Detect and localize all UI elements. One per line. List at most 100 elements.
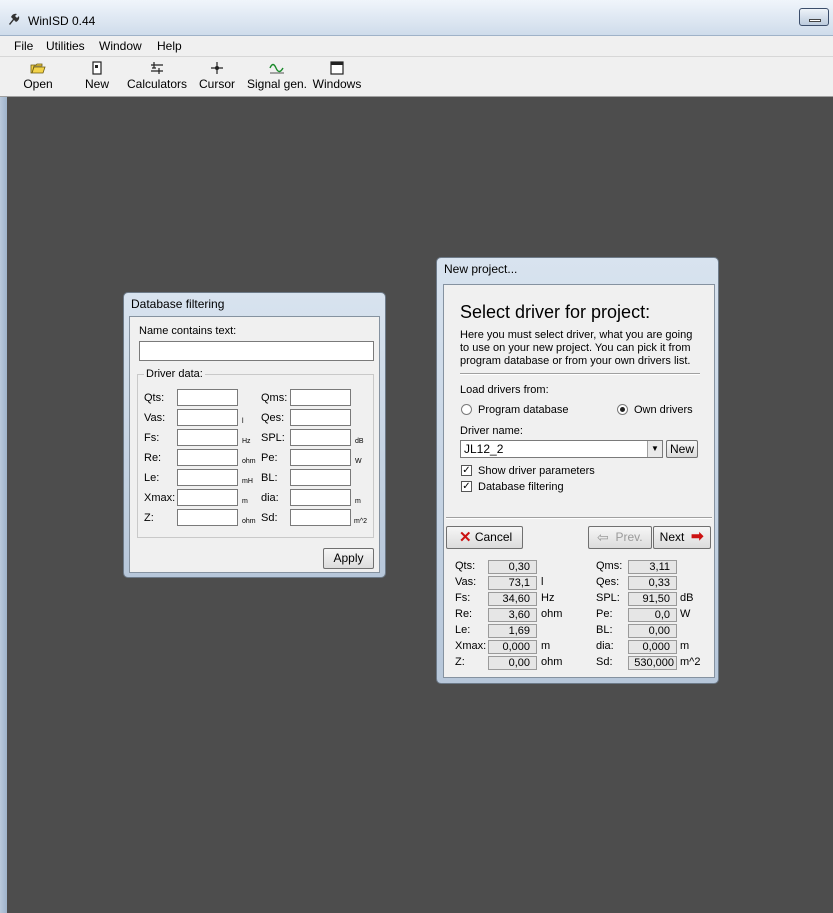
db-filter-checkbox[interactable]: ✓: [461, 481, 472, 492]
qes-value: 0,33: [628, 576, 677, 590]
database-filtering-body: Name contains text: Driver data: Qts: Va…: [129, 316, 380, 573]
filter-qms-input[interactable]: [290, 389, 351, 406]
own-drivers-radio[interactable]: [617, 404, 628, 415]
window-title: WinISD 0.44: [28, 14, 96, 28]
filter-bl-label: BL:: [261, 472, 278, 484]
name-contains-input[interactable]: [139, 341, 374, 361]
filter-fs-label: Fs:: [144, 432, 160, 444]
apply-button[interactable]: Apply: [323, 548, 374, 569]
menu-window[interactable]: Window: [99, 39, 142, 53]
program-database-radio[interactable]: [461, 404, 472, 415]
description-line-2: to use on your new project. You can pick…: [460, 342, 691, 354]
filter-spl-label: SPL:: [261, 432, 285, 444]
z-unit: ohm: [541, 656, 563, 668]
load-drivers-label: Load drivers from:: [460, 384, 549, 396]
new-project-window[interactable]: New project... Select driver for project…: [436, 257, 719, 684]
xmax-unit: m: [541, 640, 551, 652]
filter-spl-input[interactable]: [290, 429, 351, 446]
filter-z-input[interactable]: [177, 509, 238, 526]
arrow-left-icon: ⇦: [597, 529, 609, 545]
filter-fs-input[interactable]: [177, 429, 238, 446]
filter-pe-input[interactable]: [290, 449, 351, 466]
open-button[interactable]: Open: [7, 59, 69, 95]
re-unit: ohm: [541, 608, 563, 620]
filter-dia-input[interactable]: [290, 489, 351, 506]
window-icon: [330, 61, 344, 75]
folder-icon: [30, 63, 46, 74]
arrow-right-icon: ➡: [691, 528, 704, 545]
calculators-button[interactable]: Calculators: [126, 59, 188, 95]
menu-bar: File Utilities Window Help: [0, 36, 833, 57]
prev-button[interactable]: ⇦ Prev.: [588, 526, 652, 549]
dia-unit: m: [680, 640, 690, 652]
title-bar[interactable]: WinISD 0.44: [0, 0, 833, 36]
le-value: 1,69: [488, 624, 537, 638]
new-document-icon: [92, 61, 102, 75]
qts-value: 0,30: [488, 560, 537, 574]
sd-value: 530,000: [628, 656, 677, 670]
new-driver-button[interactable]: New: [666, 440, 698, 458]
sd-unit: m^2: [680, 656, 701, 668]
new-project-body: Select driver for project: Here you must…: [443, 284, 715, 678]
pe-label: Pe:: [596, 608, 613, 620]
cancel-button[interactable]: ✕ Cancel: [446, 526, 523, 549]
driver-name-select[interactable]: JL12_2: [460, 440, 663, 458]
le-label: Le:: [455, 624, 471, 636]
filter-qes-label: Qes:: [261, 412, 285, 424]
show-params-checkbox[interactable]: ✓: [461, 465, 472, 476]
filter-dia-label: dia:: [261, 492, 279, 504]
z-value: 0,00: [488, 656, 537, 670]
chevron-down-icon[interactable]: ▼: [647, 441, 662, 457]
dia-label: dia:: [596, 640, 614, 652]
new-button[interactable]: New: [66, 59, 128, 95]
filter-vas-unit: l: [242, 418, 244, 425]
next-label: Next: [659, 530, 685, 544]
filter-spl-unit: dB: [355, 438, 364, 445]
own-drivers-label: Own drivers: [634, 404, 693, 416]
qms-value: 3,11: [628, 560, 677, 574]
filter-qes-input[interactable]: [290, 409, 351, 426]
database-filtering-window[interactable]: Database filtering Name contains text: D…: [123, 292, 386, 578]
minimize-button[interactable]: [799, 8, 829, 26]
filter-le-label: Le:: [144, 472, 160, 484]
calculators-label: Calculators: [126, 77, 188, 91]
menu-utilities[interactable]: Utilities: [46, 39, 85, 53]
cursor-button[interactable]: Cursor: [186, 59, 248, 95]
xmax-label: Xmax:: [455, 640, 487, 652]
cancel-label: Cancel: [474, 530, 513, 544]
menu-file[interactable]: File: [14, 39, 33, 53]
filter-sd-input[interactable]: [290, 509, 351, 526]
vas-label: Vas:: [455, 576, 477, 588]
windows-button[interactable]: Windows: [306, 59, 368, 95]
filter-xmax-input[interactable]: [177, 489, 238, 506]
re-value: 3,60: [488, 608, 537, 622]
signal-gen-label: Signal gen.: [246, 77, 308, 91]
filter-le-input[interactable]: [177, 469, 238, 486]
filter-dia-unit: m: [355, 498, 361, 505]
description-line-1: Here you must select driver, what you ar…: [460, 329, 693, 341]
next-button[interactable]: Next ➡: [653, 526, 711, 549]
filter-vas-input[interactable]: [177, 409, 238, 426]
prev-label: Prev.: [615, 530, 643, 544]
filter-re-input[interactable]: [177, 449, 238, 466]
menu-help[interactable]: Help: [157, 39, 182, 53]
db-filter-label: Database filtering: [478, 481, 564, 493]
signal-gen-button[interactable]: Signal gen.: [246, 59, 308, 95]
vas-unit: l: [541, 576, 544, 588]
minimize-icon: [809, 19, 821, 22]
driver-name-label: Driver name:: [460, 425, 523, 437]
filter-sd-label: Sd:: [261, 512, 278, 524]
sine-wave-icon: [269, 63, 284, 74]
pe-value: 0,0: [628, 608, 677, 622]
qes-label: Qes:: [596, 576, 620, 588]
filter-pe-label: Pe:: [261, 452, 278, 464]
filter-pe-unit: W: [355, 458, 362, 465]
filter-re-unit: ohm: [242, 458, 256, 465]
filter-qts-input[interactable]: [177, 389, 238, 406]
filter-bl-input[interactable]: [290, 469, 351, 486]
filter-xmax-label: Xmax:: [144, 492, 176, 504]
open-label: Open: [23, 77, 53, 91]
filter-z-unit: ohm: [242, 518, 256, 525]
name-contains-label: Name contains text:: [139, 325, 237, 337]
spl-unit: dB: [680, 592, 694, 604]
